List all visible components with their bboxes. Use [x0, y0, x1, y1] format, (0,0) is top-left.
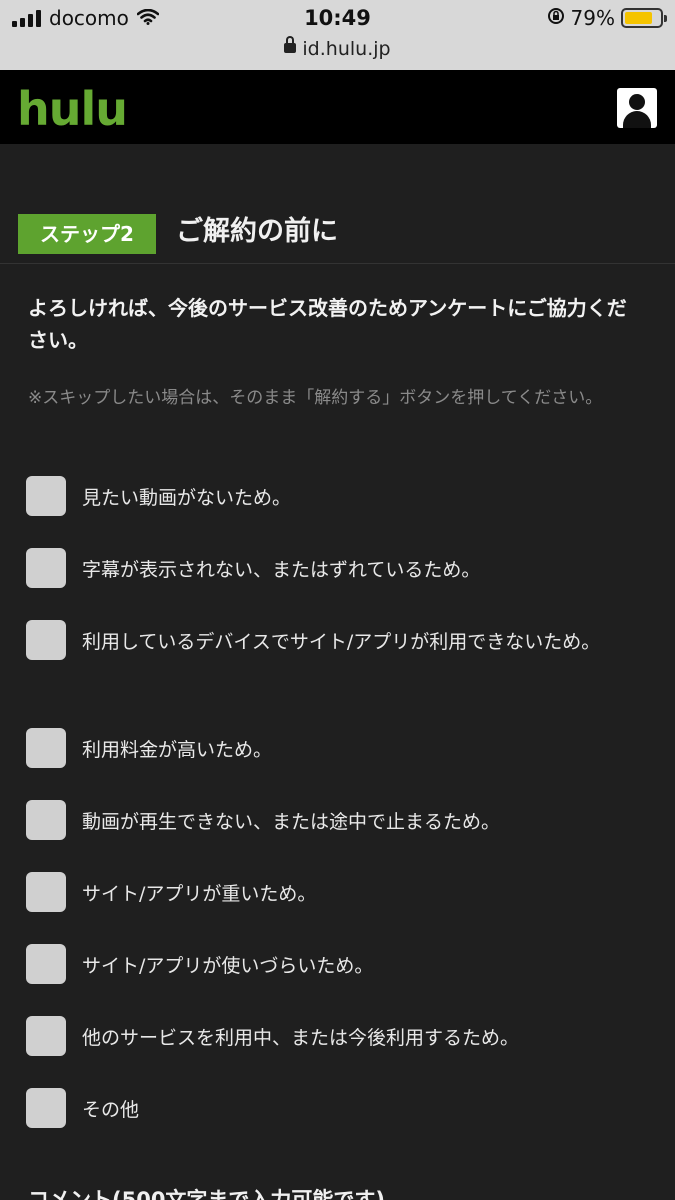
checkbox[interactable]	[26, 800, 66, 840]
option-label: 見たい動画がないため。	[82, 487, 292, 509]
checkbox[interactable]	[26, 1016, 66, 1056]
comment-label: コメント(500文字まで入力可能です)	[28, 1188, 386, 1200]
battery-info: 79%	[547, 6, 667, 30]
account-icon[interactable]	[617, 88, 657, 128]
address-bar[interactable]: id.hulu.jp	[0, 35, 675, 60]
survey-intro: よろしければ、今後のサービス改善のためアンケートにご協力ください。	[28, 296, 627, 352]
page-title: ご解約の前に	[176, 216, 338, 247]
rotation-lock-icon	[547, 6, 565, 30]
url-text: id.hulu.jp	[302, 38, 391, 60]
checkbox[interactable]	[26, 944, 66, 984]
checkbox[interactable]	[26, 476, 66, 516]
option-label: その他	[82, 1099, 140, 1121]
step-badge: ステップ2	[18, 214, 156, 254]
checkbox[interactable]	[26, 548, 66, 588]
status-bar: docomo 10:49 79% id.hulu.jp	[0, 0, 675, 70]
checkbox[interactable]	[26, 1088, 66, 1128]
checkbox[interactable]	[26, 872, 66, 912]
main-content: ステップ2 ご解約の前に よろしければ、今後のサービス改善のためアンケートにご協…	[0, 144, 675, 1200]
step-header: ステップ2 ご解約の前に	[0, 212, 675, 264]
site-header: hulu	[0, 70, 675, 144]
option-label: 利用料金が高いため。	[82, 739, 273, 761]
skip-note: ※スキップしたい場合は、そのまま「解約する」ボタンを押してください。	[28, 388, 603, 408]
battery-icon	[621, 8, 667, 28]
option-label: 利用しているデバイスでサイト/アプリが利用できないため。	[82, 631, 601, 653]
checkbox[interactable]	[26, 620, 66, 660]
battery-percent: 79%	[570, 6, 615, 30]
option-label: 他のサービスを利用中、または今後利用するため。	[82, 1027, 520, 1049]
hulu-logo[interactable]: hulu	[17, 82, 128, 136]
option-label: サイト/アプリが使いづらいため。	[82, 955, 374, 977]
option-label: サイト/アプリが重いため。	[82, 883, 317, 905]
option-label: 動画が再生できない、または途中で止まるため。	[82, 811, 501, 833]
checkbox[interactable]	[26, 728, 66, 768]
lock-icon	[284, 35, 297, 53]
option-label: 字幕が表示されない、またはずれているため。	[82, 559, 481, 581]
